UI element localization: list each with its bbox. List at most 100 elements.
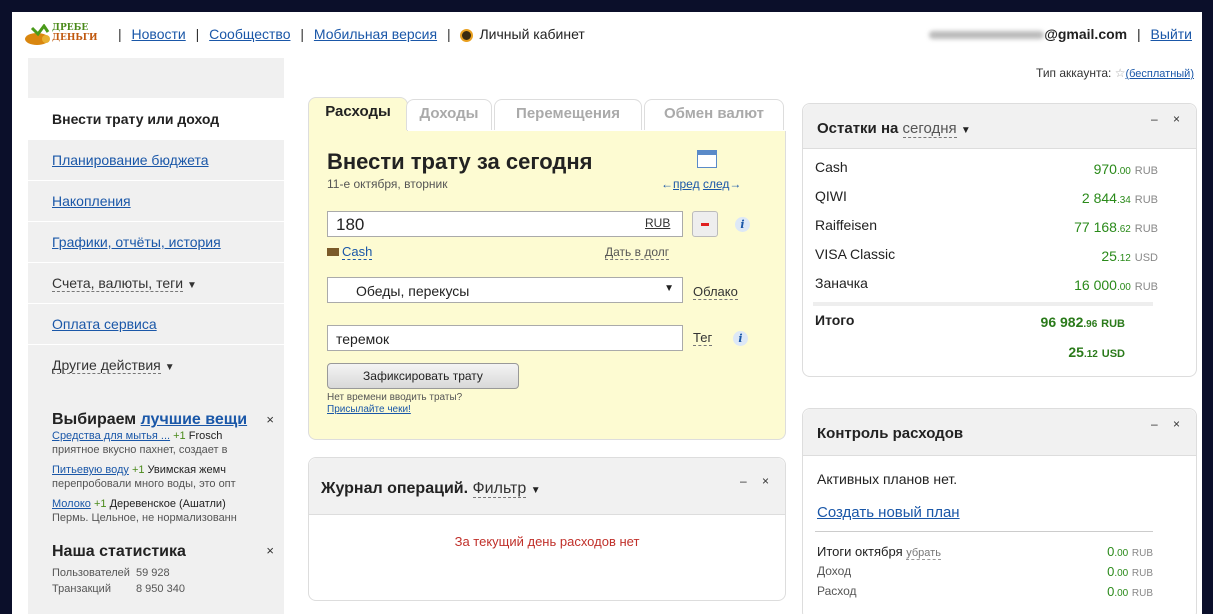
promo-entry-link[interactable]: Питьевую воду: [52, 464, 129, 476]
tag-link[interactable]: Тег: [693, 330, 713, 346]
journal-filter[interactable]: Фильтр: [472, 480, 527, 498]
sidebar-item-label[interactable]: Планирование бюджета: [52, 152, 209, 168]
total-cents: .12: [1083, 349, 1098, 360]
tab-income[interactable]: Доходы: [406, 99, 492, 130]
balance-int: 970: [1093, 161, 1117, 177]
currency-select[interactable]: RUB: [645, 216, 670, 230]
cloud-label[interactable]: Облако: [693, 284, 738, 300]
prev-day-link[interactable]: пред: [673, 177, 700, 191]
lend-label[interactable]: Дать в долг: [605, 245, 670, 260]
promo-entry-desc: Пермь. Цельное, не нормализованн: [52, 512, 237, 524]
balance-currency: RUB: [1134, 165, 1158, 177]
promo-entry-link[interactable]: Средства для мытья ...: [52, 430, 170, 442]
info-icon[interactable]: i: [735, 217, 750, 232]
sidebar-item-payment[interactable]: Оплата сервиса: [28, 303, 284, 344]
balance-currency: RUB: [1134, 194, 1158, 206]
balance-row[interactable]: Raiffeisen 77 168.62 RUB: [803, 211, 1196, 240]
calendar-icon[interactable]: [697, 150, 717, 168]
promo-block: Выбираем лучшие вещи × Средства для мыть…: [28, 385, 284, 525]
entry-panel: Расходы Доходы Перемещения Обмен валют В…: [308, 95, 786, 441]
sidebar-item-label[interactable]: Оплата сервиса: [52, 316, 157, 332]
panel-controls[interactable]: – ×: [740, 474, 775, 488]
amount-input[interactable]: 180: [327, 211, 683, 237]
promo-plus: +1: [173, 430, 186, 442]
wallet-select[interactable]: Cash: [327, 244, 373, 260]
total-currency: USD: [1101, 348, 1125, 360]
dropdown-arrow-icon: ▼: [960, 125, 971, 136]
tab-transfers[interactable]: Перемещения: [494, 99, 642, 130]
minus-button[interactable]: [692, 211, 718, 237]
logo-text[interactable]: ДРЕБЕ ДЕНЬГИ: [52, 23, 98, 43]
promo-entry-link[interactable]: Молоко: [52, 498, 91, 510]
tab-exchange[interactable]: Обмен валют: [644, 99, 784, 130]
balance-row[interactable]: QIWI 2 844.34 RUB: [803, 182, 1196, 211]
submit-expense-button[interactable]: Зафиксировать трату: [327, 363, 519, 389]
nav-mobile[interactable]: Мобильная версия: [314, 26, 437, 42]
create-plan-link[interactable]: Создать новый план: [817, 504, 960, 521]
sidebar-item-savings[interactable]: Накопления: [28, 180, 284, 221]
promo-entry-text: Деревенское (Ашатли): [109, 498, 226, 510]
sidebar-item-accounts[interactable]: Счета, валюты, теги ▼: [28, 262, 284, 303]
close-icon[interactable]: ×: [266, 543, 274, 558]
sidebar-top: [28, 58, 284, 98]
tag-input[interactable]: теремок: [327, 325, 683, 351]
total-row: Итого 96 982.96 RUB: [813, 306, 1153, 336]
balance-row[interactable]: Cash 970.00 RUB: [803, 153, 1196, 182]
cloud-link[interactable]: Облако: [693, 284, 738, 300]
sidebar-item-other[interactable]: Другие действия ▼: [28, 344, 284, 385]
account-name: Заначка: [815, 275, 868, 291]
balance-cents: .00: [1116, 282, 1131, 293]
journal-title-text: Журнал операций.: [321, 480, 469, 497]
stats-block: Наша статистика × Пользователей 59 928 Тр…: [28, 531, 284, 599]
nav-separator: |: [446, 26, 451, 42]
balance-row[interactable]: Заначка 16 000.00 RUB: [803, 269, 1196, 298]
lend-link[interactable]: Дать в долг: [605, 245, 670, 260]
category-select[interactable]: Обеды, перекусы ▼: [327, 277, 683, 303]
user-area: @gmail.com | Выйти: [929, 26, 1192, 42]
summary-cents: .00: [1114, 548, 1129, 559]
nav-news[interactable]: Новости: [132, 26, 186, 42]
balances-header: Остатки на сегодня ▼ – ×: [803, 104, 1196, 149]
tag-label[interactable]: Тег: [693, 330, 713, 346]
hide-summary-link[interactable]: убрать: [906, 547, 941, 560]
user-email: @gmail.com: [1044, 26, 1128, 42]
nav-community[interactable]: Сообщество: [209, 26, 290, 42]
promo-entry-desc: приятное вкусно пахнет, создает в: [52, 444, 228, 456]
balance-cents: .34: [1116, 195, 1131, 206]
send-receipts-link[interactable]: Присылайте чеки!: [327, 404, 411, 415]
sidebar-item-reports[interactable]: Графики, отчёты, история: [28, 221, 284, 262]
sidebar-item-label[interactable]: Другие действия: [52, 357, 161, 374]
summary-value: 0.00 RUB: [1107, 544, 1153, 559]
summary-currency: RUB: [1131, 548, 1153, 559]
next-arrow-icon: →: [729, 177, 742, 191]
account-type-link[interactable]: (бесплатный): [1125, 68, 1194, 80]
promo-entry: Средства для мытья ... +1 Frosch приятно…: [52, 429, 274, 457]
balance-currency: RUB: [1134, 281, 1158, 293]
logout-link[interactable]: Выйти: [1151, 26, 1192, 42]
balances-period[interactable]: сегодня: [902, 120, 957, 138]
tab-expenses[interactable]: Расходы: [308, 97, 408, 131]
sidebar-item-add-expense[interactable]: Внести трату или доход: [28, 98, 286, 139]
chevron-down-icon: ▼: [664, 283, 674, 294]
control-header: Контроль расходов – ×: [803, 409, 1196, 456]
promo-title-link[interactable]: лучшие вещи: [141, 411, 248, 428]
redacted-email: [929, 31, 1045, 40]
control-title: Контроль расходов: [817, 425, 964, 442]
summary-cents: .00: [1114, 568, 1129, 579]
balance-row[interactable]: VISA Classic 25.12 USD: [803, 240, 1196, 269]
close-icon[interactable]: ×: [266, 413, 274, 427]
nav-cabinet[interactable]: Личный кабинет: [479, 26, 584, 42]
sidebar-item-budget[interactable]: Планирование бюджета: [28, 139, 284, 180]
app-window: ДРЕБЕ ДЕНЬГИ | Новости | Сообщество | Мо…: [12, 12, 1202, 614]
panel-controls[interactable]: – ×: [1151, 112, 1186, 126]
wallet-label[interactable]: Cash: [342, 244, 373, 260]
balance-int: 77 168: [1074, 219, 1117, 235]
sidebar-item-label[interactable]: Графики, отчёты, история: [52, 234, 221, 250]
balance-currency: RUB: [1134, 223, 1158, 235]
account-balance: 77 168.62 RUB: [1074, 219, 1158, 235]
next-day-link[interactable]: след: [703, 177, 729, 191]
sidebar-item-label[interactable]: Счета, валюты, теги: [52, 275, 184, 292]
info-icon[interactable]: i: [733, 331, 748, 346]
sidebar-item-label[interactable]: Накопления: [52, 193, 131, 209]
panel-controls[interactable]: – ×: [1151, 417, 1186, 431]
